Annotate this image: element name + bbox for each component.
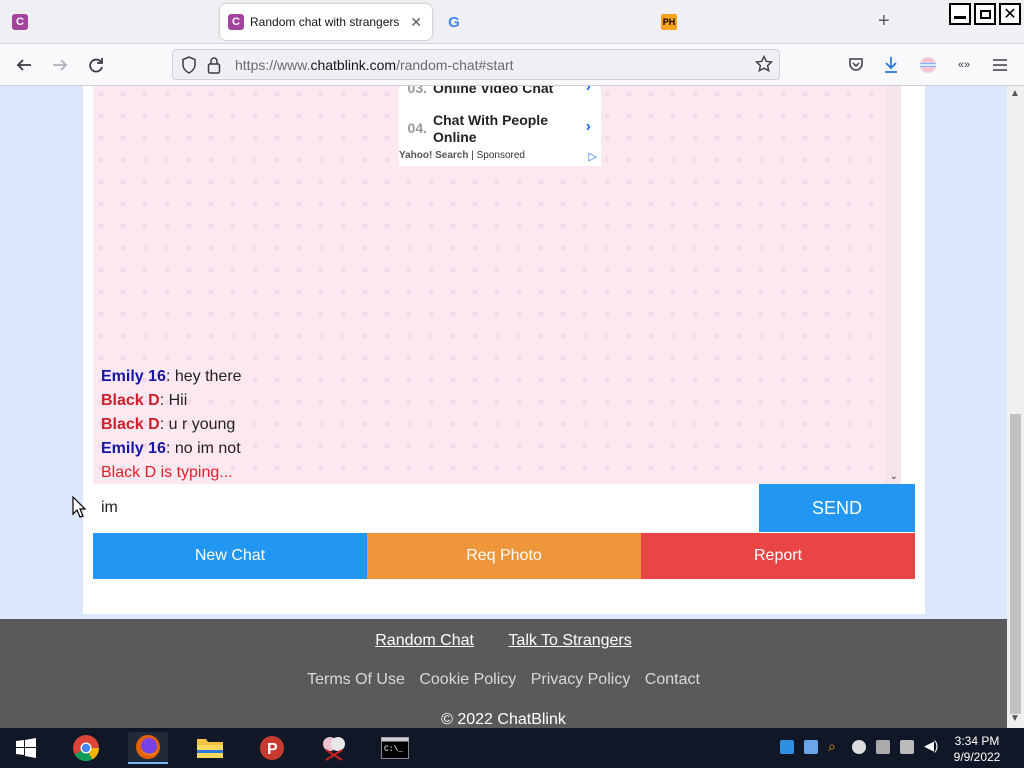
- tab-strip: C C Random chat with strangers ✕ G PH + …: [0, 0, 1024, 44]
- footer-link-privacy-policy[interactable]: Privacy Policy: [531, 671, 631, 688]
- chevron-right-icon: ›: [585, 118, 591, 135]
- scroll-down-icon[interactable]: ▼: [1010, 713, 1020, 724]
- chatblink-favicon-icon: C: [228, 14, 244, 30]
- page-scrollbar[interactable]: ▲ ▼: [1007, 86, 1024, 728]
- new-tab-icon[interactable]: +: [878, 11, 890, 31]
- ad-item[interactable]: 03. Online Video Chat ›: [399, 86, 601, 97]
- new-chat-button[interactable]: New Chat: [93, 533, 367, 579]
- extension-icon[interactable]: «»: [952, 53, 976, 77]
- ad-item-number: 04.: [407, 120, 427, 136]
- chat-message: Black D: u r young: [101, 416, 236, 433]
- scroll-thumb[interactable]: [1010, 414, 1021, 714]
- firefox-icon[interactable]: [128, 732, 168, 764]
- close-tab-icon[interactable]: ✕: [410, 14, 422, 31]
- windows-start-icon[interactable]: [6, 732, 46, 764]
- tray-display-icon[interactable]: [900, 740, 914, 754]
- footer-primary-links: Random Chat Talk To Strangers: [0, 632, 1007, 650]
- tray-flag-icon[interactable]: [876, 740, 890, 754]
- footer-link-terms[interactable]: Terms Of Use: [307, 671, 405, 688]
- send-button[interactable]: SEND: [759, 484, 915, 532]
- svg-text:C:\_: C:\_: [384, 745, 403, 754]
- tab-ph[interactable]: PH: [656, 4, 856, 40]
- file-explorer-icon[interactable]: [190, 732, 230, 764]
- req-photo-button[interactable]: Req Photo: [367, 533, 641, 579]
- web-page: 03. Online Video Chat › 04. Chat With Pe…: [0, 86, 1007, 728]
- chat-message: Black D: Hii: [101, 392, 188, 409]
- tray-search-icon[interactable]: ⌕: [828, 738, 842, 754]
- tray-app-icon[interactable]: [804, 740, 818, 754]
- sponsored-ad[interactable]: 03. Online Video Chat › 04. Chat With Pe…: [399, 86, 601, 166]
- lock-icon[interactable]: [207, 56, 221, 79]
- taskbar: P C:\_ ⌕ ◀) 3:34 PM 9/9/2022: [0, 728, 1024, 768]
- address-bar[interactable]: https://www.chatblink.com/random-chat#st…: [172, 49, 780, 80]
- download-icon[interactable]: [879, 53, 903, 77]
- scroll-up-icon[interactable]: ▲: [1010, 88, 1020, 99]
- footer-link-random-chat[interactable]: Random Chat: [375, 632, 474, 649]
- close-window-icon[interactable]: ✕: [999, 3, 1021, 25]
- action-buttons: New Chat Req Photo Report: [93, 533, 915, 579]
- clock-date: 9/9/2022: [953, 750, 1001, 764]
- site-footer: Random Chat Talk To Strangers Terms Of U…: [0, 619, 1007, 728]
- reload-icon[interactable]: [84, 53, 108, 77]
- chat-message: Emily 16: no im not: [101, 440, 241, 457]
- minimize-icon[interactable]: [949, 3, 971, 25]
- snipping-tool-icon[interactable]: [314, 732, 354, 764]
- ad-item-number: 03.: [407, 86, 427, 96]
- forward-arrow-icon[interactable]: [48, 53, 72, 77]
- restore-icon[interactable]: [974, 3, 996, 25]
- shield-icon[interactable]: [181, 56, 197, 79]
- footer-link-talk-to-strangers[interactable]: Talk To Strangers: [508, 632, 631, 649]
- chatblink-favicon-icon: C: [12, 14, 28, 30]
- back-arrow-icon[interactable]: [12, 53, 36, 77]
- command-prompt-icon[interactable]: C:\_: [375, 732, 415, 764]
- paint-app-icon[interactable]: P: [252, 732, 292, 764]
- bookmark-star-icon[interactable]: [754, 54, 774, 78]
- chat-scrollbar[interactable]: ⌄: [885, 86, 901, 484]
- footer-link-contact[interactable]: Contact: [645, 671, 700, 688]
- volume-icon[interactable]: ◀): [924, 738, 938, 753]
- message-input[interactable]: [93, 484, 759, 532]
- navigation-bar: https://www.chatblink.com/random-chat#st…: [0, 44, 1024, 86]
- chat-log[interactable]: 03. Online Video Chat › 04. Chat With Pe…: [93, 86, 901, 484]
- ph-favicon-icon: PH: [661, 14, 677, 30]
- typing-indicator: Black D is typing...: [101, 464, 233, 481]
- ad-item-text: Online Video Chat: [433, 86, 554, 96]
- report-button[interactable]: Report: [641, 533, 915, 579]
- google-favicon-icon: G: [448, 13, 460, 31]
- tray-network-icon[interactable]: [780, 740, 794, 754]
- footer-link-cookie-policy[interactable]: Cookie Policy: [419, 671, 516, 688]
- account-avatar-icon[interactable]: [916, 53, 940, 77]
- tab-chatblink-1[interactable]: C: [6, 4, 206, 40]
- pocket-icon[interactable]: [844, 53, 868, 77]
- clock-time: 3:34 PM: [954, 734, 1000, 748]
- tab-title: Random chat with strangers: [250, 15, 400, 29]
- svg-text:P: P: [267, 741, 278, 758]
- copyright-text: © 2022 ChatBlink: [441, 711, 566, 728]
- ad-footer: Yahoo! Search | Sponsored: [399, 150, 525, 161]
- tab-google[interactable]: G: [440, 4, 640, 40]
- chevron-down-icon[interactable]: ⌄: [890, 471, 898, 482]
- ad-item[interactable]: 04. Chat With People Online ›: [399, 112, 601, 146]
- system-clock[interactable]: 3:34 PM 9/9/2022: [944, 733, 1010, 765]
- message-list: Emily 16: hey there Black D: Hii Black D…: [101, 365, 242, 485]
- tab-random-chat[interactable]: C Random chat with strangers ✕: [220, 4, 432, 40]
- chrome-icon[interactable]: [66, 732, 106, 764]
- footer-secondary-links: Terms Of Use Cookie Policy Privacy Polic…: [0, 671, 1007, 689]
- adchoices-icon[interactable]: ▷: [589, 150, 597, 163]
- ad-item-text: Chat With People Online: [433, 112, 548, 145]
- url-text: https://www.chatblink.com/random-chat#st…: [235, 57, 514, 73]
- tray-status-icon[interactable]: [852, 740, 866, 754]
- chat-container: 03. Online Video Chat › 04. Chat With Pe…: [83, 86, 925, 614]
- message-input-row: SEND: [93, 484, 915, 532]
- mouse-pointer-icon: [72, 496, 86, 518]
- menu-icon[interactable]: [988, 53, 1012, 77]
- chat-message: Emily 16: hey there: [101, 368, 242, 385]
- chevron-right-icon: ›: [585, 86, 591, 95]
